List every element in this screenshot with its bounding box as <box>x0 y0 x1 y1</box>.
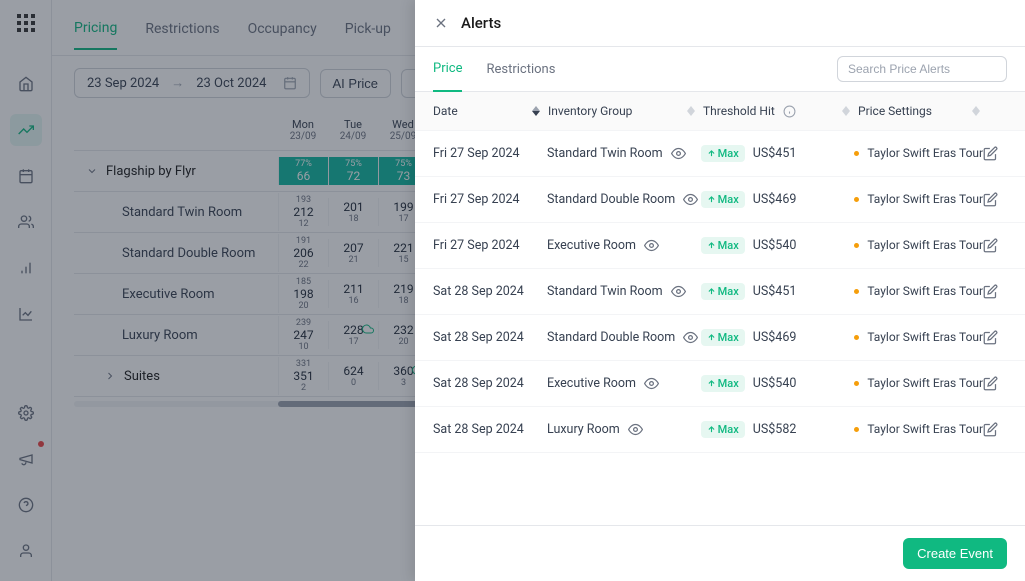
status-dot <box>854 335 859 340</box>
max-chip: Max <box>701 421 745 438</box>
eye-icon[interactable] <box>644 376 659 391</box>
table-row: Sat 28 Sep 2024Executive RoomMaxUS$540Ta… <box>415 361 1025 407</box>
panel-footer: Create Event <box>415 525 1025 581</box>
eye-icon[interactable] <box>644 238 659 253</box>
td-price-settings: Taylor Swift Eras Tour <box>854 376 983 392</box>
eye-icon[interactable] <box>671 284 686 299</box>
td-inventory: Standard Double Room <box>547 192 701 207</box>
th-date[interactable]: Date <box>433 104 548 118</box>
edit-button[interactable] <box>983 192 1007 207</box>
edit-button[interactable] <box>983 238 1007 253</box>
eye-icon[interactable] <box>628 422 643 437</box>
status-dot <box>854 427 859 432</box>
td-inventory: Executive Room <box>547 238 701 253</box>
close-icon[interactable] <box>433 15 449 31</box>
table-row: Fri 27 Sep 2024Standard Twin RoomMaxUS$4… <box>415 131 1025 177</box>
panel-tabs: Price Restrictions <box>415 47 1025 92</box>
edit-button[interactable] <box>983 376 1007 391</box>
table-row: Fri 27 Sep 2024Executive RoomMaxUS$540Ta… <box>415 223 1025 269</box>
td-threshold: MaxUS$469 <box>701 191 855 208</box>
td-price-settings: Taylor Swift Eras Tour <box>854 192 983 208</box>
td-date: Sat 28 Sep 2024 <box>433 422 547 437</box>
th-price-settings[interactable]: Price Settings <box>858 104 988 118</box>
td-threshold: MaxUS$582 <box>701 421 855 438</box>
th-inventory[interactable]: Inventory Group <box>548 104 703 118</box>
max-chip: Max <box>701 191 745 208</box>
td-price-settings: Taylor Swift Eras Tour <box>854 238 983 254</box>
td-date: Sat 28 Sep 2024 <box>433 376 547 391</box>
table-header: Date Inventory Group Threshold Hit Price… <box>415 92 1025 131</box>
status-dot <box>854 289 859 294</box>
td-inventory: Standard Double Room <box>547 330 701 345</box>
td-price-settings: Taylor Swift Eras Tour <box>854 330 983 346</box>
status-dot <box>854 243 859 248</box>
td-threshold: MaxUS$540 <box>701 375 855 392</box>
eye-icon[interactable] <box>683 330 698 345</box>
td-date: Sat 28 Sep 2024 <box>433 330 547 345</box>
table-row: Sat 28 Sep 2024Standard Double RoomMaxUS… <box>415 315 1025 361</box>
th-threshold[interactable]: Threshold Hit <box>703 104 858 118</box>
td-threshold: MaxUS$451 <box>701 283 855 300</box>
td-threshold: MaxUS$469 <box>701 329 855 346</box>
status-dot <box>854 151 859 156</box>
td-inventory: Executive Room <box>547 376 701 391</box>
td-date: Fri 27 Sep 2024 <box>433 238 547 253</box>
edit-button[interactable] <box>983 146 1007 161</box>
panel-title: Alerts <box>461 14 501 32</box>
td-date: Fri 27 Sep 2024 <box>433 146 547 161</box>
td-inventory: Standard Twin Room <box>547 146 701 161</box>
search-box[interactable] <box>837 56 1007 82</box>
max-chip: Max <box>701 283 745 300</box>
td-threshold: MaxUS$540 <box>701 237 855 254</box>
max-chip: Max <box>701 237 745 254</box>
eye-icon[interactable] <box>683 192 698 207</box>
td-threshold: MaxUS$451 <box>701 145 855 162</box>
panel-header: Alerts <box>415 0 1025 47</box>
status-dot <box>854 197 859 202</box>
td-price-settings: Taylor Swift Eras Tour <box>854 146 983 162</box>
td-date: Sat 28 Sep 2024 <box>433 284 547 299</box>
search-input[interactable] <box>848 62 1003 76</box>
td-price-settings: Taylor Swift Eras Tour <box>854 284 983 300</box>
table-row: Sat 28 Sep 2024Luxury RoomMaxUS$582Taylo… <box>415 407 1025 453</box>
alerts-panel: Alerts Price Restrictions Date Inventory… <box>415 0 1025 581</box>
table-row: Sat 28 Sep 2024Standard Twin RoomMaxUS$4… <box>415 269 1025 315</box>
status-dot <box>854 381 859 386</box>
edit-button[interactable] <box>983 330 1007 345</box>
table-body: Fri 27 Sep 2024Standard Twin RoomMaxUS$4… <box>415 131 1025 525</box>
td-inventory: Luxury Room <box>547 422 701 437</box>
create-event-button[interactable]: Create Event <box>903 538 1007 569</box>
eye-icon[interactable] <box>671 146 686 161</box>
td-inventory: Standard Twin Room <box>547 284 701 299</box>
edit-button[interactable] <box>983 422 1007 437</box>
max-chip: Max <box>701 375 745 392</box>
max-chip: Max <box>701 145 745 162</box>
edit-button[interactable] <box>983 284 1007 299</box>
panel-tab-price[interactable]: Price <box>433 47 462 92</box>
td-date: Fri 27 Sep 2024 <box>433 192 547 207</box>
td-price-settings: Taylor Swift Eras Tour <box>854 422 983 438</box>
max-chip: Max <box>701 329 745 346</box>
info-small-icon <box>783 105 796 118</box>
panel-tab-restrictions[interactable]: Restrictions <box>486 48 555 91</box>
table-row: Fri 27 Sep 2024Standard Double RoomMaxUS… <box>415 177 1025 223</box>
